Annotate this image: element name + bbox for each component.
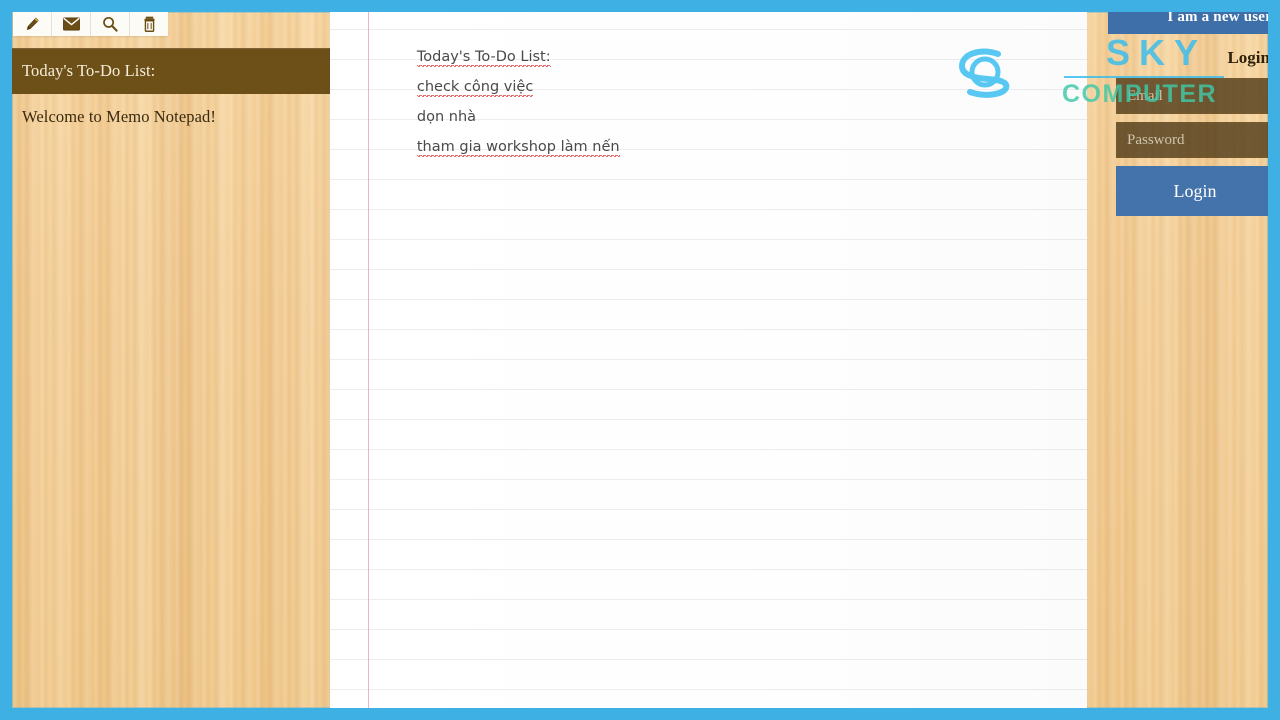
login-heading: Login [1227, 48, 1268, 67]
note-line-0: Today's To-Do List: [380, 12, 1067, 67]
note-editor-content[interactable]: Today's To-Do List: check công việc dọn … [380, 12, 1067, 157]
mail-note-button[interactable] [52, 12, 91, 36]
pencil-icon [25, 17, 40, 32]
search-note-button[interactable] [91, 12, 130, 36]
envelope-icon [62, 17, 80, 31]
new-user-label: I am a new user [1167, 12, 1268, 25]
note-list-sidebar: Today's To-Do List: Welcome to Memo Note… [12, 48, 330, 708]
login-button[interactable]: Login [1116, 166, 1268, 216]
trash-icon [143, 16, 156, 32]
login-panel: I am a new user Login Login [1108, 12, 1268, 216]
email-field[interactable] [1116, 78, 1268, 114]
new-user-banner[interactable]: I am a new user [1108, 12, 1268, 34]
delete-note-button[interactable] [130, 12, 168, 36]
app-window: Today's To-Do List: Welcome to Memo Note… [12, 12, 1268, 708]
note-list-item-title: Today's To-Do List: [22, 61, 156, 80]
note-editor-paper[interactable]: Today's To-Do List: check công việc dọn … [330, 12, 1087, 708]
note-line-3: tham gia workshop làm nến [380, 102, 1067, 157]
note-line-text: dọn nhà [416, 109, 477, 125]
note-line-text: Today's To-Do List: [416, 49, 551, 67]
note-line-text: check công việc [416, 79, 534, 97]
note-list-item-1[interactable]: Welcome to Memo Notepad! [12, 94, 330, 140]
new-note-button[interactable] [13, 12, 52, 36]
notes-toolbar [13, 12, 168, 36]
search-icon [102, 16, 118, 32]
note-list-item-0[interactable]: Today's To-Do List: [12, 48, 330, 94]
paper-margin-line [368, 12, 369, 708]
note-line-text: tham gia workshop làm nến [416, 139, 620, 157]
password-field[interactable] [1116, 122, 1268, 158]
note-list-item-title: Welcome to Memo Notepad! [22, 107, 216, 126]
